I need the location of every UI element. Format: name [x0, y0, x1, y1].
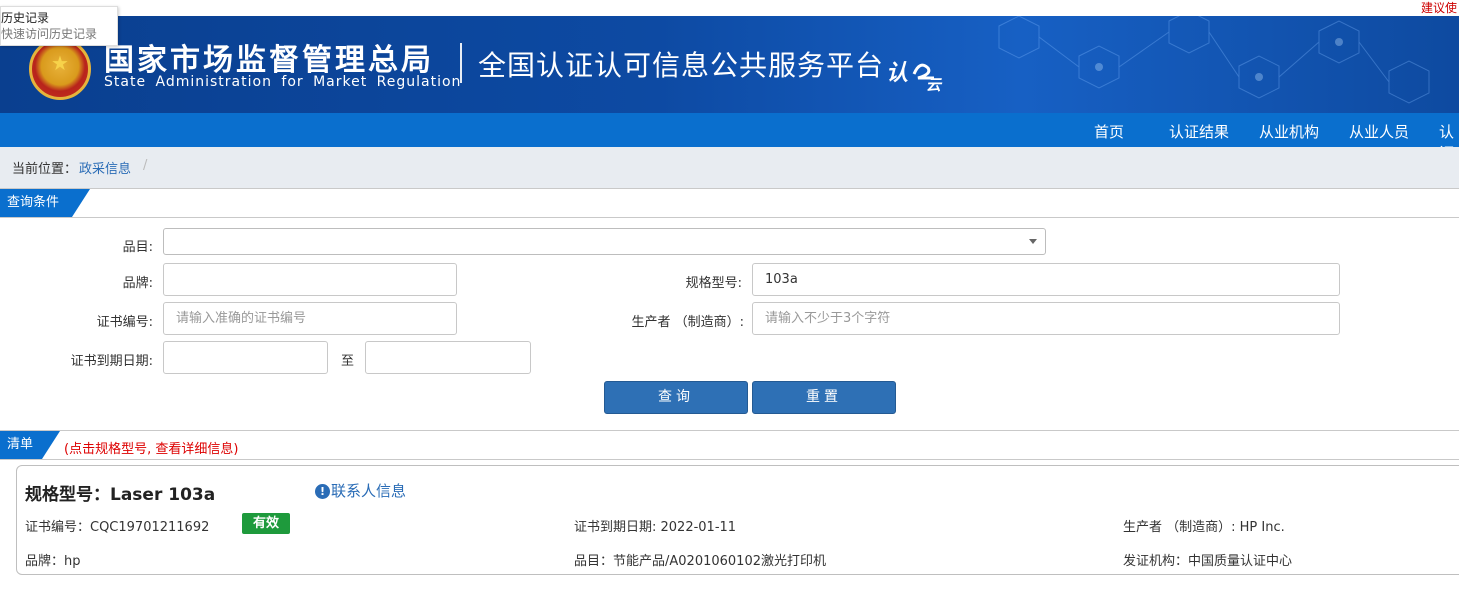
- contact-info-link[interactable]: ! 联系人信息: [315, 480, 406, 501]
- maker-label: 生产者 （制造商）:: [631, 315, 744, 330]
- history-popup[interactable]: 历史记录 快速访问历史记录: [0, 6, 118, 46]
- nav-item-personnel[interactable]: 从业人员: [1349, 121, 1409, 142]
- cert-no-value: 证书编号：CQC19701211692: [25, 520, 210, 535]
- list-section-title: 清单: [0, 431, 60, 459]
- expiry-to-label: 至: [340, 354, 354, 369]
- agency-title: 国家市场监督管理总局: [104, 43, 434, 78]
- maker-input[interactable]: 请输入不少于3个字符: [752, 302, 1340, 335]
- search-button[interactable]: 查询: [604, 381, 748, 414]
- category-value: 品目：节能产品/A0201060102激光打印机: [574, 554, 826, 569]
- result-card: 规格型号：Laser 103a ! 联系人信息 证书编号：CQC197012116…: [16, 465, 1459, 575]
- header-banner: ★ 国家市场监督管理总局 State Administration for Ma…: [0, 16, 1459, 113]
- hexagon-pattern-decoration: [998, 16, 1430, 104]
- info-icon: !: [315, 484, 330, 499]
- renyun-logo-icon: 认 云: [886, 61, 943, 94]
- svg-text:云: 云: [926, 76, 943, 92]
- expiry-start-input[interactable]: [163, 341, 328, 374]
- category-select[interactable]: [163, 228, 1046, 255]
- renyun-logo: 认 云: [886, 54, 948, 98]
- national-emblem-icon: ★: [29, 38, 91, 100]
- breadcrumb-label: 当前位置：: [12, 162, 78, 177]
- status-badge: 有效: [242, 513, 290, 534]
- maker-value: 生产者 （制造商）: HP Inc.: [1123, 520, 1285, 535]
- expiry-value: 证书到期日期: 2022-01-11: [574, 520, 737, 535]
- svg-text:认: 认: [886, 61, 908, 86]
- issuer-value: 发证机构：中国质量认证中心: [1123, 554, 1293, 569]
- nav-item-institutions[interactable]: 从业机构: [1259, 121, 1319, 142]
- brand-label: 品牌:: [122, 276, 153, 291]
- chevron-down-icon: [1029, 239, 1037, 244]
- brand-input[interactable]: [163, 263, 457, 296]
- history-subtitle: 快速访问历史记录: [1, 27, 98, 41]
- reset-button[interactable]: 重置: [752, 381, 896, 414]
- nav-item-cert-results[interactable]: 认证结果: [1169, 121, 1229, 142]
- history-title[interactable]: 历史记录: [1, 10, 117, 26]
- cert-no-input[interactable]: 请输入准确的证书编号: [163, 302, 457, 335]
- model-label: 规格型号:: [685, 276, 742, 291]
- suggest-link[interactable]: 建议使: [1421, 0, 1457, 16]
- brand-value: 品牌：hp: [25, 554, 81, 569]
- result-model-link[interactable]: 规格型号：Laser 103a: [25, 480, 215, 505]
- main-nav: 首页 认证结果 从业机构 从业人员 认证: [0, 113, 1459, 162]
- category-label: 品目:: [122, 240, 153, 255]
- query-section-title: 查询条件: [0, 189, 90, 217]
- breadcrumb-separator: /: [143, 158, 148, 173]
- nav-item-home[interactable]: 首页: [1094, 121, 1124, 142]
- breadcrumb-link[interactable]: 政采信息: [79, 158, 131, 177]
- breadcrumb: 当前位置： 政采信息 /: [0, 147, 1459, 188]
- agency-title-en: State Administration for Market Regulati…: [104, 74, 462, 90]
- list-hint: (点击规格型号, 查看详细信息): [64, 442, 239, 457]
- model-input[interactable]: 103a: [752, 263, 1340, 296]
- platform-title: 全国认证认可信息公共服务平台: [478, 49, 885, 82]
- expiry-end-input[interactable]: [365, 341, 531, 374]
- query-section-header: 查询条件: [0, 188, 1459, 218]
- title-divider: [460, 43, 462, 83]
- cert-no-label: 证书编号:: [96, 315, 153, 330]
- top-bar: 建议使: [0, 0, 1459, 16]
- expiry-label: 证书到期日期:: [70, 354, 153, 369]
- contact-info-label: 联系人信息: [331, 482, 407, 500]
